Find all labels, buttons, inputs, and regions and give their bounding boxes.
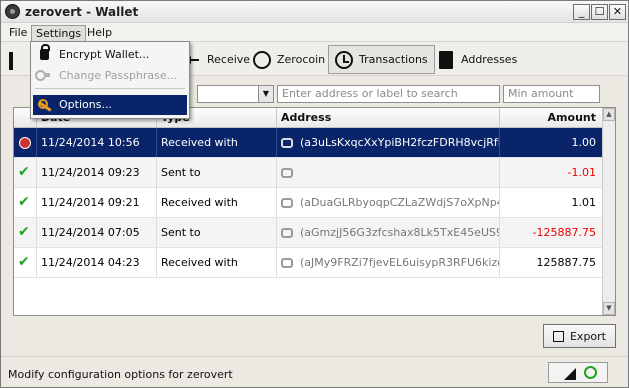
- status-cell: [14, 128, 37, 157]
- title-bar[interactable]: zerovert - Wallet _ ☐ ✕: [1, 1, 628, 23]
- receive-icon: [281, 138, 293, 148]
- address-column-header[interactable]: Address: [277, 108, 500, 127]
- table-row[interactable]: ✔ 11/24/2014 07:05 Sent to (aGmzjJ56G3zf…: [14, 218, 603, 248]
- toolbar-overview-icon[interactable]: [9, 52, 13, 70]
- date-cell: 11/24/2014 10:56: [37, 128, 157, 157]
- maximize-button[interactable]: ☐: [591, 4, 608, 20]
- circle-icon: [253, 50, 271, 69]
- menu-item-encrypt-wallet[interactable]: Encrypt Wallet...: [33, 44, 187, 65]
- minimize-button[interactable]: _: [573, 4, 590, 20]
- type-cell: Sent to: [157, 158, 277, 187]
- address-cell: (aJMy9FRZi7fjevEL6uisypR3RFU6kizo...: [277, 248, 500, 277]
- lock-icon: [40, 44, 50, 60]
- history-icon: [335, 50, 353, 69]
- address-text: (aGmzjJ56G3zfcshax8Lk5TxE45eUS9a...: [300, 226, 500, 239]
- send-icon: [281, 228, 293, 238]
- tab-receive-label: Receive: [207, 53, 251, 66]
- menu-settings[interactable]: Settings: [31, 25, 87, 42]
- app-logo-icon: [5, 4, 20, 19]
- date-cell: 11/24/2014 04:23: [37, 248, 157, 277]
- send-icon: [281, 168, 293, 178]
- settings-menu: Encrypt Wallet... Change Passphrase... O…: [30, 41, 190, 119]
- chevron-down-icon[interactable]: ▼: [258, 86, 273, 102]
- amount-cell: 1.01: [500, 188, 603, 217]
- tab-receive[interactable]: Receive: [179, 45, 256, 74]
- address-cell: (aDuaGLRbyoqpCZLaZWdjS7oXpNp4M...: [277, 188, 500, 217]
- min-amount-input[interactable]: Min amount: [503, 85, 600, 103]
- wallet-window: zerovert - Wallet _ ☐ ✕ File Settings He…: [0, 0, 629, 388]
- tab-addresses-label: Addresses: [461, 53, 518, 66]
- sync-icon[interactable]: [584, 366, 597, 379]
- key-icon: [35, 70, 50, 81]
- receive-icon: [281, 258, 293, 268]
- amount-cell: -1.01: [500, 158, 603, 187]
- amount-cell: 1.00: [500, 128, 603, 157]
- address-search-input[interactable]: Enter address or label to search: [277, 85, 500, 103]
- type-cell: Sent to: [157, 218, 277, 247]
- menu-item-label: Encrypt Wallet...: [59, 48, 150, 61]
- menu-item-options[interactable]: Options...: [33, 95, 187, 115]
- export-icon: [552, 330, 564, 342]
- window-title: zerovert - Wallet: [25, 5, 139, 19]
- check-icon: ✔: [14, 158, 37, 187]
- amount-column-header[interactable]: Amount: [500, 108, 603, 127]
- tab-addresses[interactable]: Addresses: [433, 45, 523, 74]
- wrench-icon: [38, 99, 52, 111]
- export-label: Export: [569, 329, 606, 343]
- menu-file[interactable]: File: [5, 25, 31, 40]
- menu-item-label: Change Passphrase...: [59, 69, 178, 82]
- export-button[interactable]: Export: [543, 324, 616, 348]
- address-cell: (aGmzjJ56G3zfcshax8Lk5TxE45eUS9a...: [277, 218, 500, 247]
- menu-help[interactable]: Help: [83, 25, 116, 40]
- address-text: (aDuaGLRbyoqpCZLaZWdjS7oXpNp4M...: [300, 196, 499, 209]
- check-icon: ✔: [14, 188, 37, 217]
- tab-transactions[interactable]: Transactions: [328, 45, 435, 74]
- status-bar: Modify configuration options for zerover…: [1, 356, 628, 387]
- date-cell: 11/24/2014 09:23: [37, 158, 157, 187]
- type-cell: Received with: [157, 128, 277, 157]
- status-message: Modify configuration options for zerover…: [8, 368, 233, 381]
- scroll-down-icon[interactable]: ▼: [603, 302, 615, 315]
- date-cell: 11/24/2014 09:21: [37, 188, 157, 217]
- type-cell: Received with: [157, 188, 277, 217]
- amount-cell: 125887.75: [500, 248, 603, 277]
- tab-zerocoin[interactable]: Zerocoin: [247, 45, 331, 74]
- table-row[interactable]: ✔ 11/24/2014 09:23 Sent to -1.01: [14, 158, 603, 188]
- address-text: (aJMy9FRZi7fjevEL6uisypR3RFU6kizo...: [300, 256, 500, 269]
- address-text: (a3uLsKxqcXxYpiBH2fczFDRH8vcjRfK2...: [300, 136, 499, 149]
- vertical-scrollbar[interactable]: ▲ ▼: [602, 108, 615, 315]
- amount-cell: -125887.75: [500, 218, 603, 247]
- signal-icon[interactable]: [564, 368, 576, 380]
- table-row[interactable]: 11/24/2014 10:56 Received with (a3uLsKxq…: [14, 128, 603, 158]
- menu-item-label: Options...: [59, 98, 112, 111]
- date-cell: 11/24/2014 07:05: [37, 218, 157, 247]
- table-row[interactable]: ✔ 11/24/2014 09:21 Received with (aDuaGL…: [14, 188, 603, 218]
- transactions-table[interactable]: Date Type Address Amount 11/24/2014 10:5…: [13, 107, 616, 316]
- close-button[interactable]: ✕: [609, 4, 626, 20]
- menu-bar: File Settings Help: [1, 23, 628, 42]
- scroll-up-icon[interactable]: ▲: [603, 108, 615, 121]
- clock-icon: [19, 137, 31, 149]
- menu-separator: [35, 88, 185, 89]
- table-row[interactable]: ✔ 11/24/2014 04:23 Received with (aJMy9F…: [14, 248, 603, 278]
- type-cell: Received with: [157, 248, 277, 277]
- receive-icon: [281, 198, 293, 208]
- menu-item-change-passphrase[interactable]: Change Passphrase...: [33, 66, 187, 86]
- check-icon: ✔: [14, 248, 37, 277]
- address-cell: [277, 158, 500, 187]
- address-book-icon: [439, 50, 453, 69]
- tab-transactions-label: Transactions: [359, 53, 428, 66]
- address-cell: (a3uLsKxqcXxYpiBH2fczFDRH8vcjRfK2...: [277, 128, 500, 157]
- tab-zerocoin-label: Zerocoin: [277, 53, 326, 66]
- check-icon: ✔: [14, 218, 37, 247]
- type-filter-select[interactable]: ▼: [197, 85, 274, 103]
- network-status: [548, 362, 608, 383]
